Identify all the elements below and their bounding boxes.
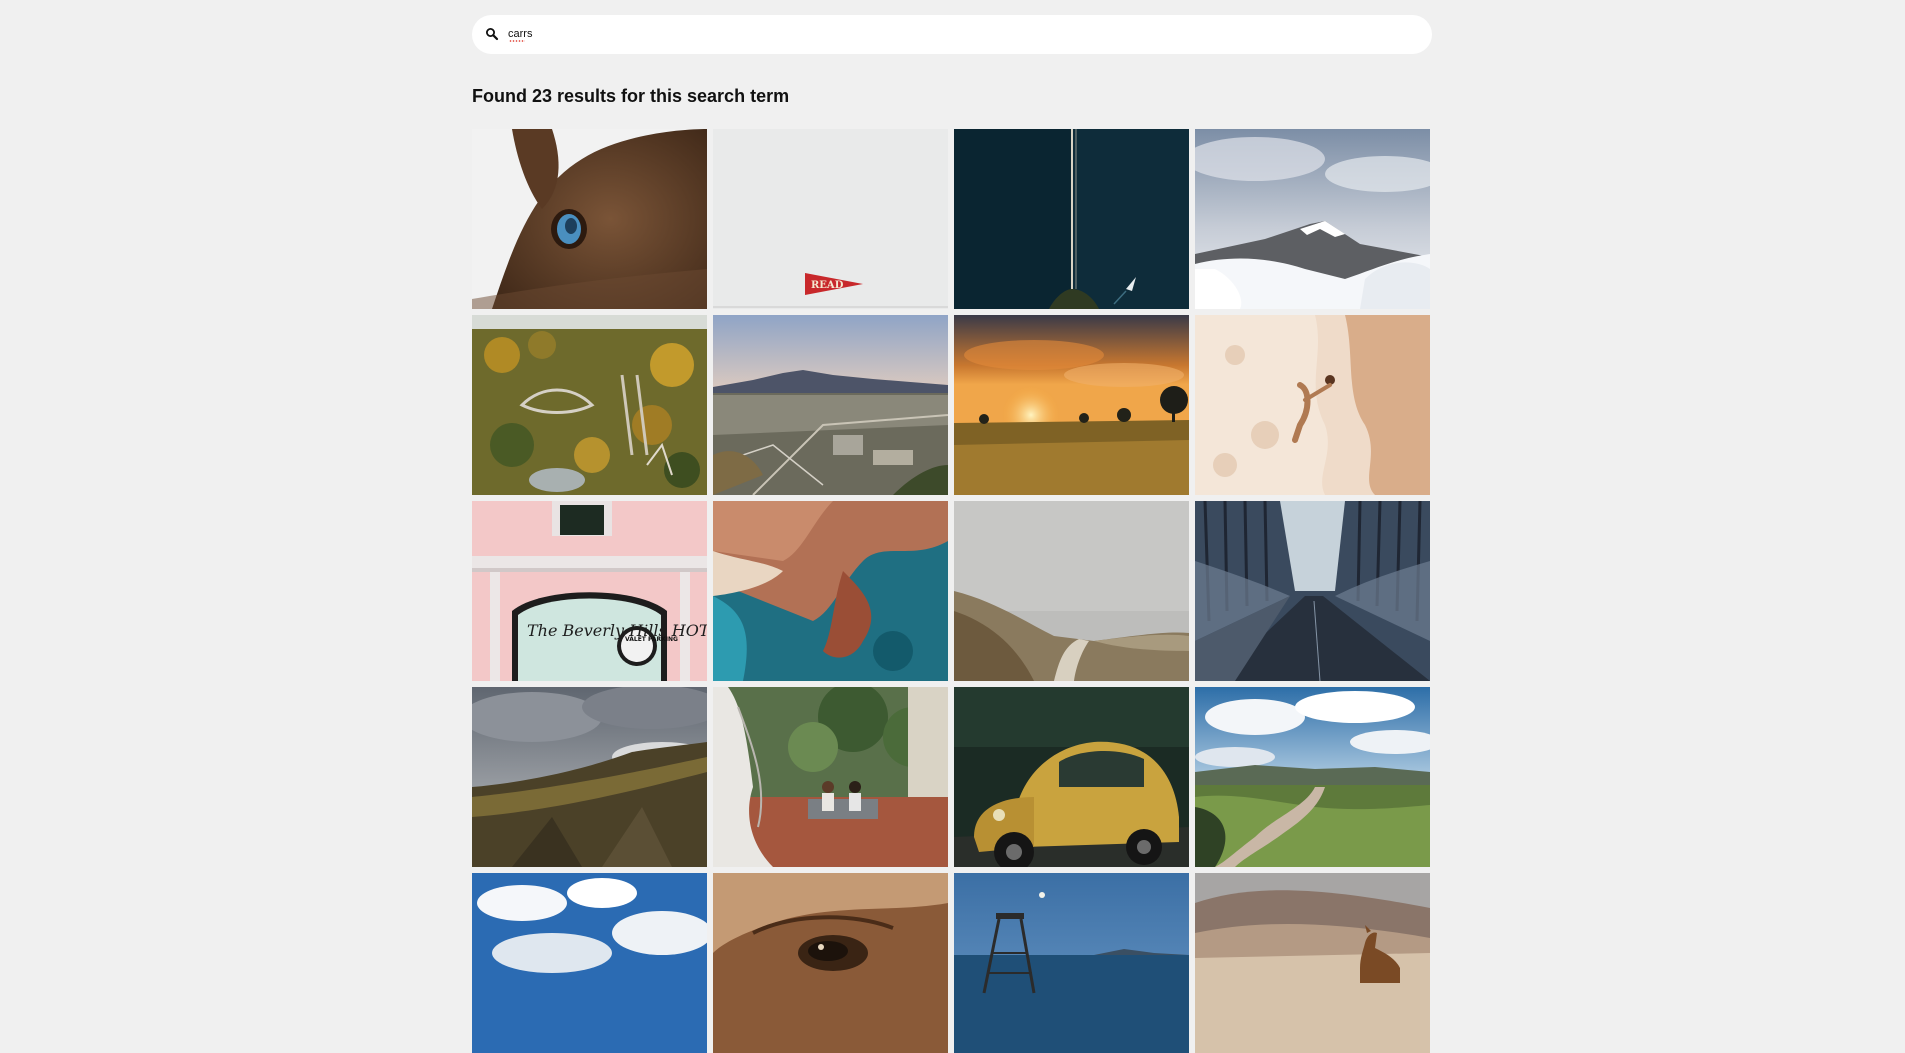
- pennant-text: READ: [811, 280, 844, 291]
- photo-tile-rocky-coast[interactable]: [713, 501, 948, 681]
- results-count-heading: Found 23 results for this search term: [472, 86, 790, 106]
- cliff-cloudy-image: [472, 687, 707, 867]
- photo-tile-valley-river[interactable]: [1195, 687, 1430, 867]
- blue-sky-image: [472, 873, 707, 1053]
- read-pennant-image: READ: [713, 129, 948, 309]
- snowy-volcano-image: [1195, 129, 1430, 309]
- hotel-sign-text: The Beverly Hills HOTEL: [527, 621, 707, 640]
- photo-tile-foggy-hill[interactable]: [954, 501, 1189, 681]
- llama-desert-image: [1195, 873, 1430, 1053]
- rocky-coast-image: [713, 501, 948, 681]
- photo-tile-beach-woman[interactable]: [1195, 315, 1430, 495]
- aerial-town-image: [713, 315, 948, 495]
- horse-eye-image: [713, 873, 948, 1053]
- photo-tile-forest-road[interactable]: [1195, 501, 1430, 681]
- foggy-hill-image: [954, 501, 1189, 681]
- aerial-pier-image: [954, 129, 1189, 309]
- search-bar[interactable]: [472, 15, 1432, 54]
- photo-tile-aerial-town[interactable]: [713, 315, 948, 495]
- photo-tile-lifeguard-tower[interactable]: [954, 873, 1189, 1053]
- photo-tile-snowy-volcano[interactable]: [1195, 129, 1430, 309]
- camel-eye-image: [472, 129, 707, 309]
- search-input[interactable]: [508, 24, 1408, 44]
- beach-woman-image: [1195, 315, 1430, 495]
- forest-road-image: [1195, 501, 1430, 681]
- beverly-hills-hotel-image: VALET PARKING The Beverly Hills HOTEL: [472, 501, 707, 681]
- photo-grid: READ VALET PARKING The Beverly Hills HO: [472, 129, 1432, 1053]
- spellcheck-underline: [509, 40, 525, 42]
- photo-tile-couple-bench[interactable]: [713, 687, 948, 867]
- photo-tile-read-pennant[interactable]: READ: [713, 129, 948, 309]
- photo-tile-camel-eye[interactable]: [472, 129, 707, 309]
- photo-tile-cliff-cloudy[interactable]: [472, 687, 707, 867]
- photo-tile-amusement-park[interactable]: [472, 315, 707, 495]
- valley-river-image: [1195, 687, 1430, 867]
- yellow-beetle-image: [954, 687, 1189, 867]
- photo-tile-blue-sky[interactable]: [472, 873, 707, 1053]
- search-icon: [486, 28, 499, 41]
- photo-tile-sunset-field[interactable]: [954, 315, 1189, 495]
- photo-tile-llama-desert[interactable]: [1195, 873, 1430, 1053]
- photo-tile-beverly-hills-hotel[interactable]: VALET PARKING The Beverly Hills HOTEL: [472, 501, 707, 681]
- amusement-park-image: [472, 315, 707, 495]
- photo-tile-aerial-pier[interactable]: [954, 129, 1189, 309]
- lifeguard-tower-image: [954, 873, 1189, 1053]
- sunset-field-image: [954, 315, 1189, 495]
- photo-tile-horse-eye[interactable]: [713, 873, 948, 1053]
- couple-bench-image: [713, 687, 948, 867]
- photo-tile-yellow-beetle[interactable]: [954, 687, 1189, 867]
